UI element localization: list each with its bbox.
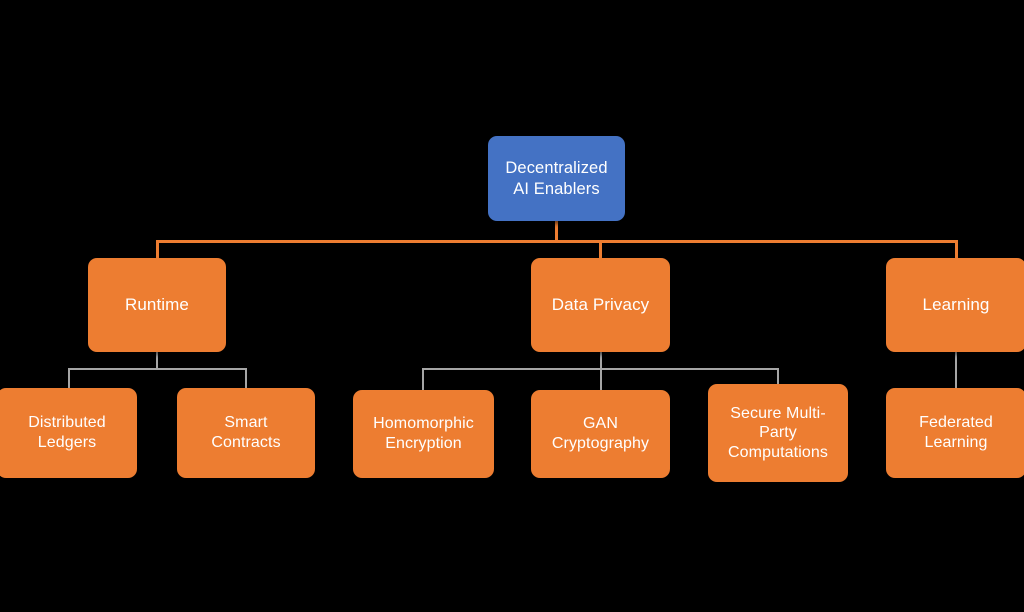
node-leaf-homomorphic-encryption[interactable]: Homomorphic Encryption bbox=[353, 390, 494, 478]
node-branch-data-privacy[interactable]: Data Privacy bbox=[531, 258, 670, 352]
connector-orange-bus bbox=[156, 240, 957, 243]
connector-root-stem bbox=[555, 221, 558, 242]
connector-gray-stem-learning bbox=[955, 352, 957, 389]
node-leaf-gan-cryptography[interactable]: GAN Cryptography bbox=[531, 390, 670, 478]
connector-gray-drop-gan-cryptography bbox=[600, 368, 602, 391]
connector-orange-drop-data-privacy bbox=[599, 240, 602, 259]
connector-orange-drop-learning bbox=[955, 240, 958, 259]
connector-orange-drop-runtime bbox=[156, 240, 159, 259]
node-branch-runtime[interactable]: Runtime bbox=[88, 258, 226, 352]
node-leaf-secure-multi-party-computations[interactable]: Secure Multi- Party Computations bbox=[708, 384, 848, 482]
connector-gray-bus-runtime bbox=[68, 368, 247, 370]
node-root-decentralized-ai-enablers[interactable]: Decentralized AI Enablers bbox=[488, 136, 625, 221]
node-leaf-smart-contracts[interactable]: Smart Contracts bbox=[177, 388, 315, 478]
node-branch-learning[interactable]: Learning bbox=[886, 258, 1024, 352]
connector-gray-drop-distributed-ledgers bbox=[68, 368, 70, 389]
diagram-canvas: Decentralized AI Enablers Runtime Data P… bbox=[0, 0, 1024, 612]
node-leaf-federated-learning[interactable]: Federated Learning bbox=[886, 388, 1024, 478]
connector-gray-drop-smart-contracts bbox=[245, 368, 247, 389]
connector-gray-drop-secure-multi-party bbox=[777, 368, 779, 385]
connector-gray-drop-homomorphic-encryption bbox=[422, 368, 424, 391]
node-leaf-distributed-ledgers[interactable]: Distributed Ledgers bbox=[0, 388, 137, 478]
